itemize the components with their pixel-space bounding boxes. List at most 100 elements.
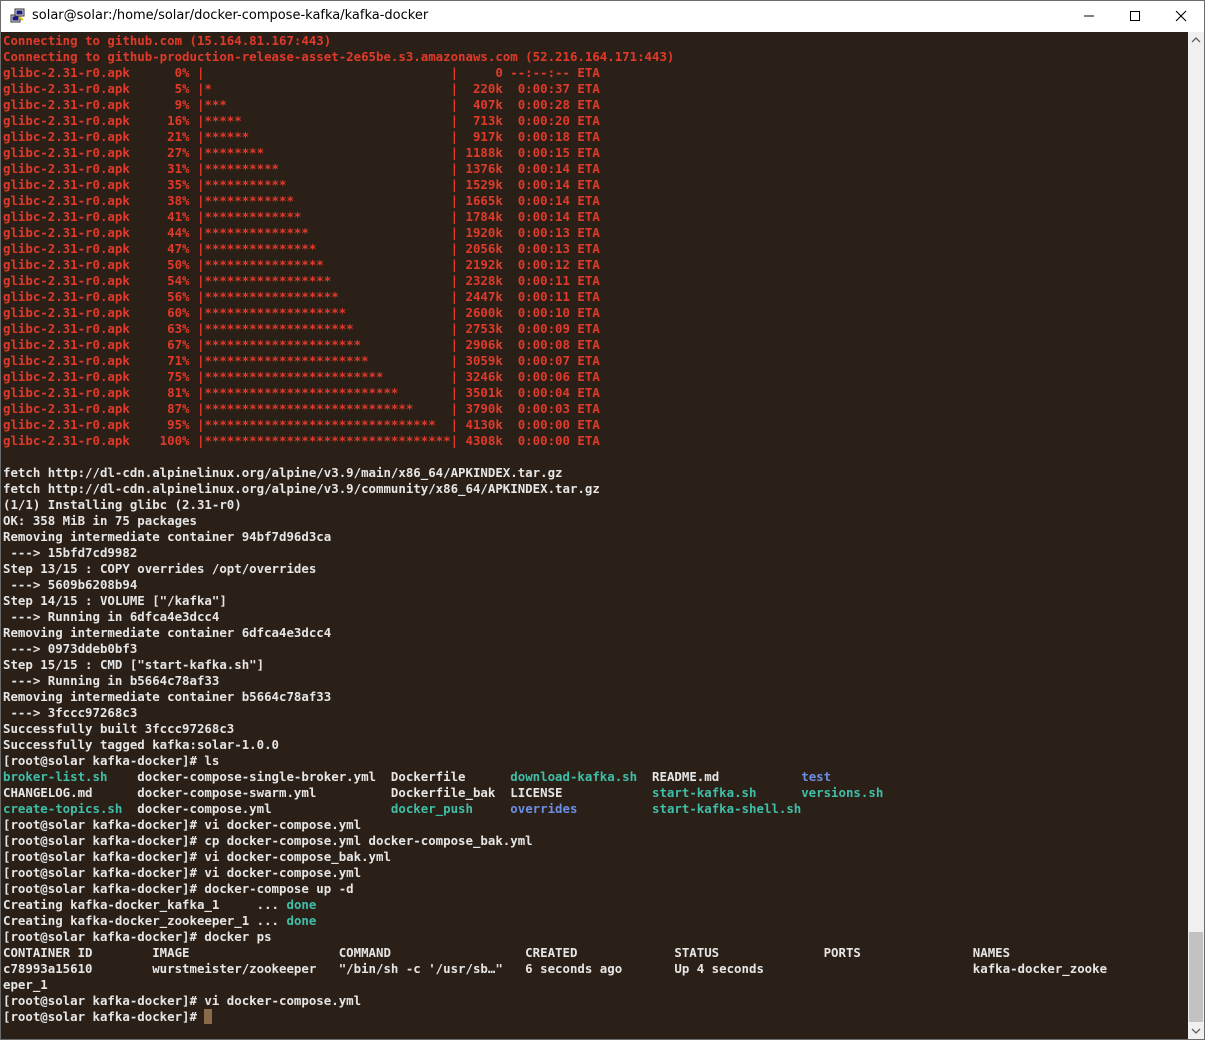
terminal-line: glibc-2.31-r0.apk 0% | | 0 --:--:-- ETA [3, 65, 600, 81]
terminal-text: OK: 358 MiB in 75 packages [3, 513, 197, 528]
putty-icon[interactable] [10, 8, 26, 24]
vertical-scrollbar[interactable] [1188, 32, 1204, 1039]
terminal-line: [root@solar kafka-docker]# vi docker-com… [3, 849, 391, 865]
terminal-line: [root@solar kafka-docker]# cp docker-com… [3, 833, 533, 849]
terminal-text: docker_push [390, 801, 473, 816]
terminal-text: README.md [637, 769, 802, 784]
close-button[interactable] [1158, 1, 1204, 31]
terminal-text: glibc-2.31-r0.apk 81% |*****************… [3, 385, 600, 400]
terminal-text: done [286, 913, 317, 928]
terminal-text: [root@solar kafka-docker]# vi docker-com… [3, 865, 362, 880]
terminal-line: Removing intermediate container 6dfca4e3… [3, 625, 331, 641]
terminal-line: glibc-2.31-r0.apk 95% |*****************… [3, 417, 600, 433]
terminal-text: glibc-2.31-r0.apk 63% |*****************… [3, 321, 600, 336]
arrow-down-icon [1191, 1028, 1201, 1034]
terminal-line: [root@solar kafka-docker]# docker ps [3, 929, 272, 945]
terminal-text: download-kafka.sh [510, 769, 638, 784]
terminal-line: ---> Running in 6dfca4e3dcc4 [3, 609, 219, 625]
terminal-text: [root@solar kafka-docker]# docker-compos… [3, 881, 354, 896]
terminal-text: CHANGELOG.md docker-compose-swarm.yml Do… [3, 785, 653, 800]
terminal-text: docker-compose.yml [122, 801, 391, 816]
terminal-line: glibc-2.31-r0.apk 16% |***** | 713k 0:00… [3, 113, 600, 129]
terminal-line: fetch http://dl-cdn.alpinelinux.org/alpi… [3, 481, 600, 497]
terminal-text: glibc-2.31-r0.apk 9% |*** | 407k 0:00:28… [3, 97, 600, 112]
terminal-line: glibc-2.31-r0.apk 41% |************* | 1… [3, 209, 600, 225]
terminal-text: glibc-2.31-r0.apk 50% |**************** … [3, 257, 600, 272]
terminal-text: glibc-2.31-r0.apk 47% |*************** |… [3, 241, 600, 256]
terminal-text: glibc-2.31-r0.apk 0% | | 0 --:--:-- ETA [3, 65, 600, 80]
window-title: solar@solar:/home/solar/docker-compose-k… [32, 8, 429, 23]
scroll-thumb[interactable] [1189, 932, 1203, 1022]
terminal-line: glibc-2.31-r0.apk 56% |*****************… [3, 289, 600, 305]
terminal-text: Creating kafka-docker_kafka_1 ... [3, 897, 287, 912]
terminal-text: glibc-2.31-r0.apk 44% |************** | … [3, 225, 600, 240]
terminal-text: glibc-2.31-r0.apk 100% |****************… [3, 433, 600, 448]
terminal-line: glibc-2.31-r0.apk 35% |*********** | 152… [3, 177, 600, 193]
scroll-up-button[interactable] [1188, 32, 1204, 48]
maximize-button[interactable] [1112, 1, 1158, 31]
terminal-text: Step 14/15 : VOLUME ["/kafka"] [3, 593, 227, 608]
minimize-icon [1084, 15, 1094, 17]
terminal-text: Successfully built 3fccc97268c3 [3, 721, 235, 736]
terminal-text: glibc-2.31-r0.apk 87% |*****************… [3, 401, 600, 416]
terminal-text: [root@solar kafka-docker]# ls [3, 753, 220, 768]
terminal-text: Step 15/15 : CMD ["start-kafka.sh"] [3, 657, 265, 672]
terminal-line: Removing intermediate container b5664c78… [3, 689, 331, 705]
terminal-cursor [204, 1009, 213, 1024]
terminal-line: glibc-2.31-r0.apk 87% |*****************… [3, 401, 600, 417]
terminal-text: start-kafka.sh [652, 785, 757, 800]
terminal-text: glibc-2.31-r0.apk 21% |****** | 917k 0:0… [3, 129, 600, 144]
terminal-line: glibc-2.31-r0.apk 38% |************ | 16… [3, 193, 600, 209]
terminal-text: glibc-2.31-r0.apk 27% |******** | 1188k … [3, 145, 600, 160]
terminal-text: glibc-2.31-r0.apk 5% |* | 220k 0:00:37 E… [3, 81, 600, 96]
terminal-text: (1/1) Installing glibc (2.31-r0) [3, 497, 242, 512]
terminal-text: broker-list.sh [3, 769, 108, 784]
terminal-line: glibc-2.31-r0.apk 21% |****** | 917k 0:0… [3, 129, 600, 145]
terminal-text: glibc-2.31-r0.apk 75% |*****************… [3, 369, 600, 384]
terminal-line: Creating kafka-docker_zookeeper_1 ... do… [3, 913, 316, 929]
terminal-text: [root@solar kafka-docker]# docker ps [3, 929, 272, 944]
terminal-text: versions.sh [801, 785, 884, 800]
terminal-line: eper_1 [3, 977, 48, 993]
terminal-line: ---> 5609b6208b94 [3, 577, 137, 593]
terminal-line: ---> 3fccc97268c3 [3, 705, 137, 721]
terminal-text: [root@solar kafka-docker]# cp docker-com… [3, 833, 533, 848]
terminal-line: Connecting to github-production-release-… [3, 49, 674, 65]
terminal-text: Removing intermediate container b5664c78… [3, 689, 332, 704]
terminal-output[interactable]: Connecting to github.com (15.164.81.167:… [1, 32, 1188, 1039]
terminal-line: Connecting to github.com (15.164.81.167:… [3, 33, 331, 49]
terminal-text: Successfully tagged kafka:solar-1.0.0 [3, 737, 280, 752]
terminal-line: [root@solar kafka-docker]# vi docker-com… [3, 993, 361, 1009]
terminal-line: broker-list.sh docker-compose-single-bro… [3, 769, 831, 785]
terminal-line: glibc-2.31-r0.apk 44% |************** | … [3, 225, 600, 241]
terminal-text: ---> 3fccc97268c3 [3, 705, 138, 720]
terminal-line: fetch http://dl-cdn.alpinelinux.org/alpi… [3, 465, 563, 481]
minimize-button[interactable] [1066, 1, 1112, 31]
terminal-text: Removing intermediate container 94bf7d96… [3, 529, 332, 544]
terminal-line: glibc-2.31-r0.apk 27% |******** | 1188k … [3, 145, 600, 161]
terminal-text: fetch http://dl-cdn.alpinelinux.org/alpi… [3, 481, 600, 496]
putty-window: solar@solar:/home/solar/docker-compose-k… [0, 0, 1205, 1040]
title-bar[interactable]: solar@solar:/home/solar/docker-compose-k… [1, 1, 1204, 31]
terminal-line: [root@solar kafka-docker]# docker-compos… [3, 881, 354, 897]
scroll-down-button[interactable] [1188, 1023, 1204, 1039]
terminal-text: done [286, 897, 317, 912]
terminal-text: ---> Running in 6dfca4e3dcc4 [3, 609, 220, 624]
terminal-text: ---> 0973ddeb0bf3 [3, 641, 138, 656]
terminal-line: glibc-2.31-r0.apk 31% |********** | 1376… [3, 161, 600, 177]
terminal-line: glibc-2.31-r0.apk 67% |*****************… [3, 337, 600, 353]
terminal-line: Step 14/15 : VOLUME ["/kafka"] [3, 593, 227, 609]
terminal-text: glibc-2.31-r0.apk 35% |*********** | 152… [3, 177, 600, 192]
terminal-line: [root@solar kafka-docker]# vi docker-com… [3, 865, 361, 881]
terminal-line: glibc-2.31-r0.apk 63% |*****************… [3, 321, 600, 337]
terminal-line: Successfully built 3fccc97268c3 [3, 721, 234, 737]
terminal-line: glibc-2.31-r0.apk 71% |*****************… [3, 353, 600, 369]
terminal-line: Creating kafka-docker_kafka_1 ... done [3, 897, 316, 913]
terminal-text: [root@solar kafka-docker]# [3, 1009, 205, 1024]
close-icon [1175, 10, 1187, 22]
terminal-line: Successfully tagged kafka:solar-1.0.0 [3, 737, 279, 753]
terminal-text: Removing intermediate container 6dfca4e3… [3, 625, 332, 640]
terminal-text: glibc-2.31-r0.apk 41% |************* | 1… [3, 209, 600, 224]
terminal-text: Connecting to github-production-release-… [3, 49, 675, 64]
terminal-line: CHANGELOG.md docker-compose-swarm.yml Do… [3, 785, 883, 801]
